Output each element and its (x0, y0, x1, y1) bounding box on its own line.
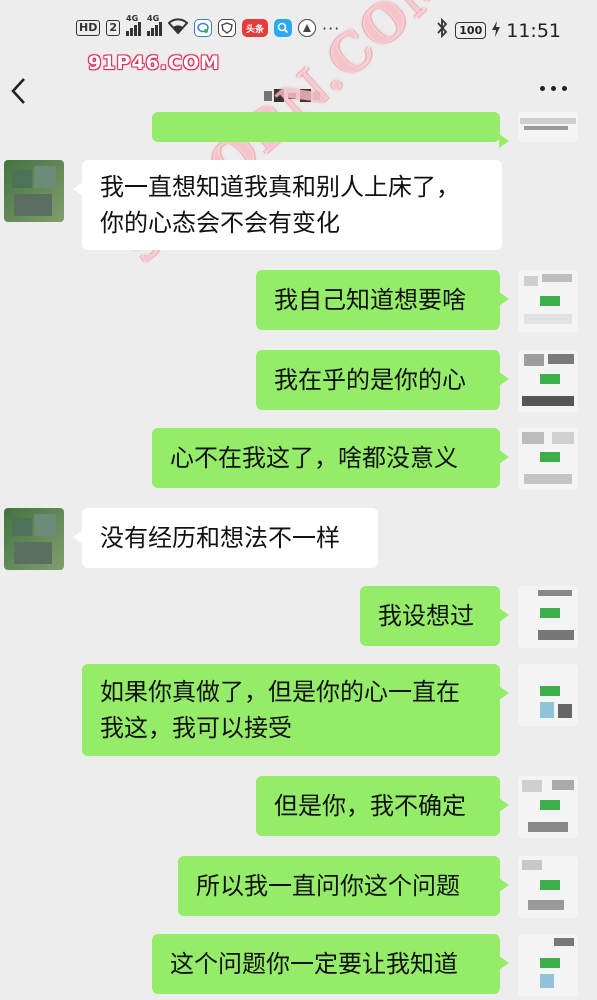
message-bubble-sent[interactable]: 心不在我这了，啥都没意义 (152, 428, 509, 488)
my-avatar[interactable] (518, 934, 578, 996)
more-options-button[interactable] (540, 86, 567, 91)
clock: 11:51 (506, 19, 561, 42)
chat-app-icon (194, 19, 212, 37)
hd-badge: HD (76, 20, 101, 36)
message-bubble-sent[interactable]: 这个问题你一定要让我知道 (152, 934, 509, 994)
chevron-left-icon (11, 78, 25, 104)
message-bubble-received[interactable]: 我一直想知道我真和别人上床了， 你的心态会不会有变化 (73, 160, 502, 250)
sim-badge: 2 (106, 20, 120, 36)
network-type-label: 4G (126, 14, 139, 23)
my-avatar[interactable] (518, 112, 578, 142)
message-bubble-sent[interactable] (152, 112, 509, 148)
my-avatar[interactable] (518, 664, 578, 726)
charging-icon (492, 20, 501, 42)
my-avatar[interactable] (518, 270, 578, 332)
battery-indicator: 100 (455, 22, 487, 39)
bluetooth-icon (435, 17, 449, 43)
my-avatar[interactable] (518, 776, 578, 838)
my-avatar[interactable] (518, 350, 578, 412)
message-bubble-received[interactable]: 没有经历和想法不一样 (73, 508, 378, 568)
network-type-label-2: 4G (147, 14, 160, 23)
status-icons-right: 100 11:51 (435, 17, 561, 43)
back-button[interactable] (6, 76, 30, 106)
message-bubble-sent[interactable]: 我在乎的是你的心 (256, 350, 509, 410)
compass-app-icon (298, 19, 316, 37)
status-icons-left: HD 2 4G 4G 头条 ··· (76, 14, 340, 38)
signal-icon: 4G (126, 14, 141, 36)
signal-icon-2: 4G (147, 14, 162, 36)
message-bubble-sent[interactable]: 所以我一直问你这个问题 (178, 856, 509, 916)
message-bubble-sent[interactable]: 如果你真做了，但是你的心一直在 我这，我可以接受 (82, 664, 509, 756)
my-avatar[interactable] (518, 428, 578, 490)
message-bubble-sent[interactable]: 但是你，我不确定 (256, 776, 509, 836)
contact-avatar[interactable] (4, 160, 64, 222)
message-bubble-sent[interactable]: 我设想过 (360, 586, 509, 646)
contact-avatar[interactable] (4, 508, 64, 570)
my-avatar[interactable] (518, 586, 578, 648)
toutiao-icon: 头条 (242, 19, 268, 37)
search-app-icon (274, 19, 292, 37)
wifi-icon (167, 18, 189, 38)
my-avatar[interactable] (518, 856, 578, 918)
message-bubble-sent[interactable]: 我自己知道想要啥 (256, 270, 509, 330)
shield-app-icon (218, 19, 236, 37)
